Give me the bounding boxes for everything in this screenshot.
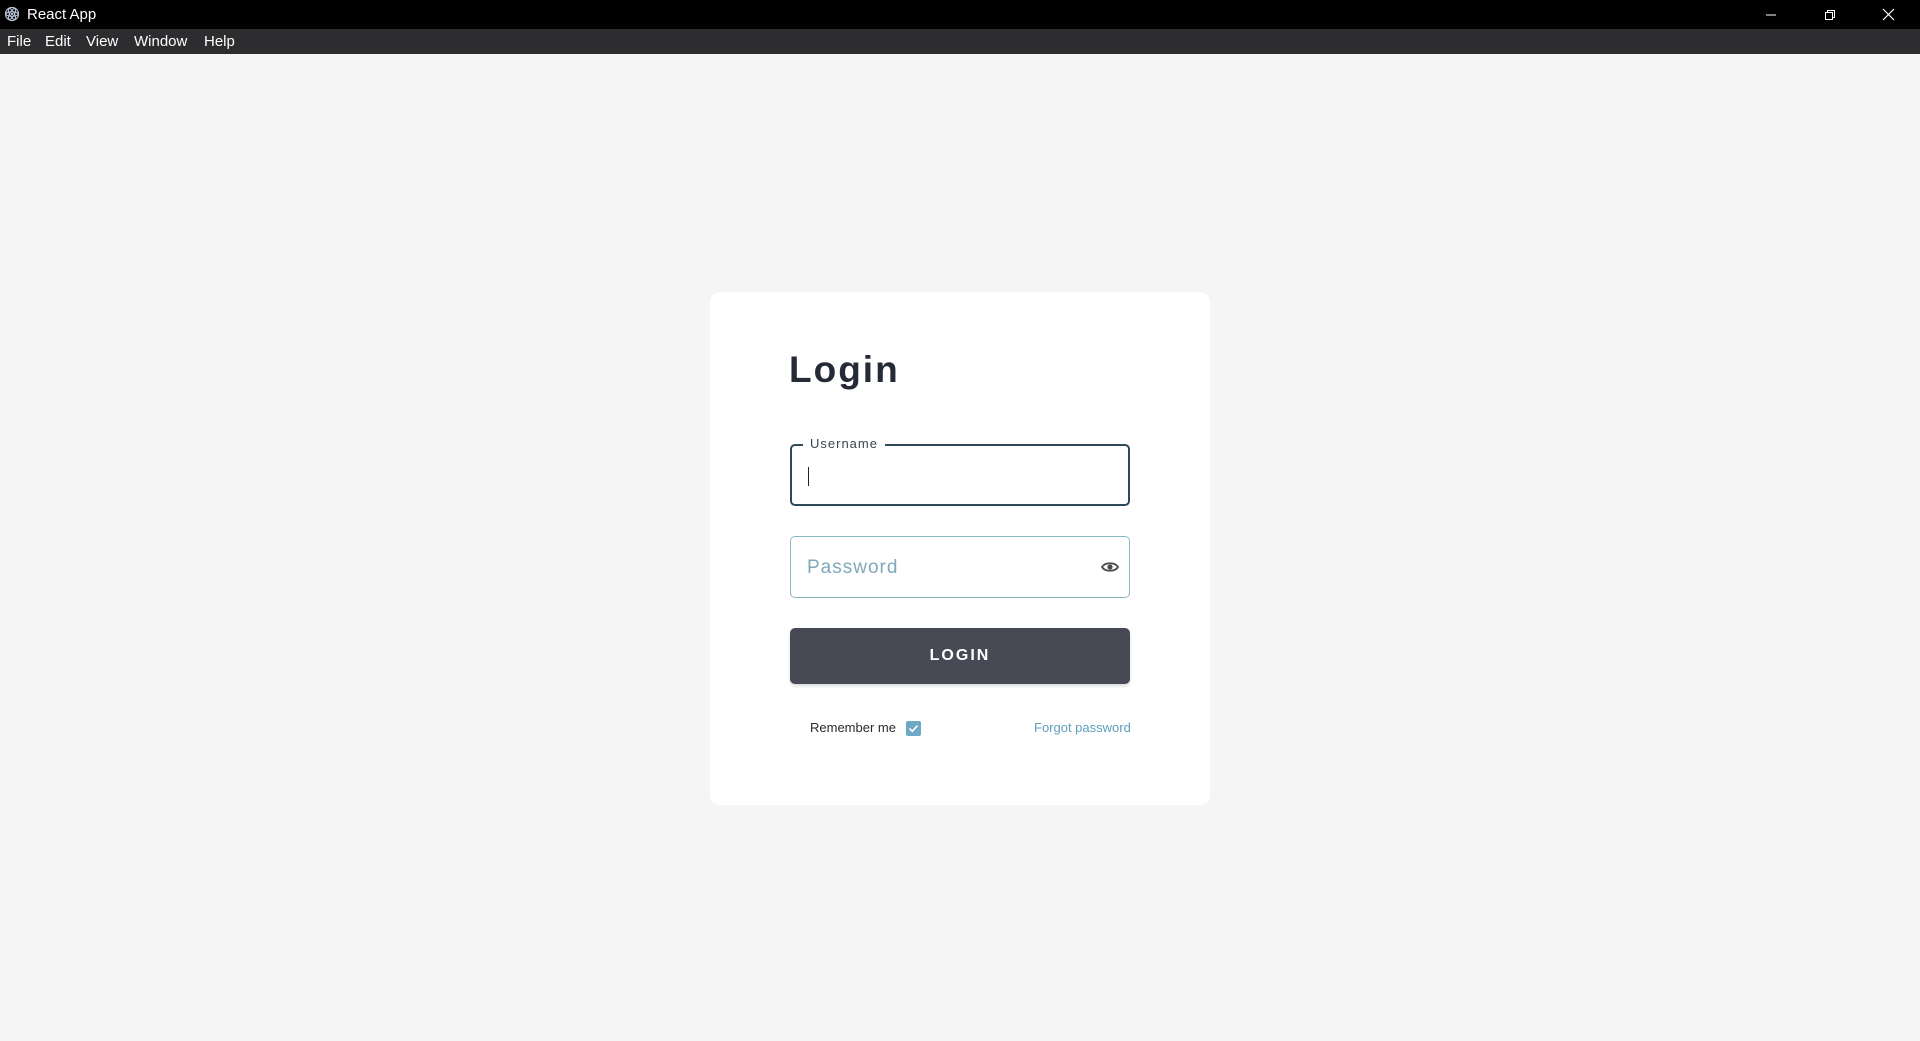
- remember-me-label: Remember me: [810, 720, 896, 735]
- restore-button[interactable]: [1801, 0, 1859, 29]
- window-title: React App: [27, 6, 97, 23]
- password-input[interactable]: [807, 555, 1077, 581]
- restore-icon: [1825, 9, 1835, 20]
- electron-app-icon: [4, 6, 20, 22]
- remember-me-checkbox[interactable]: [906, 721, 921, 736]
- username-input[interactable]: [809, 462, 1109, 488]
- username-field[interactable]: Username: [790, 436, 1130, 506]
- login-heading: Login: [789, 349, 900, 390]
- minimize-icon: [1766, 14, 1776, 15]
- username-label: Username: [803, 436, 885, 452]
- menu-file[interactable]: File: [7, 33, 31, 50]
- password-field[interactable]: [790, 536, 1130, 598]
- menu-bar: File Edit View Window Help: [0, 29, 1920, 54]
- close-icon: [1882, 8, 1894, 21]
- menu-edit[interactable]: Edit: [45, 33, 71, 50]
- title-bar: React App: [0, 0, 1920, 29]
- forgot-password-link[interactable]: Forgot password: [1034, 720, 1131, 736]
- checkmark-icon: [908, 724, 919, 733]
- close-button[interactable]: [1859, 0, 1917, 29]
- eye-icon[interactable]: [1101, 559, 1119, 575]
- text-caret: [808, 467, 809, 486]
- menu-help[interactable]: Help: [204, 33, 235, 50]
- minimize-button[interactable]: [1742, 0, 1800, 29]
- login-button[interactable]: LOGIN: [790, 628, 1130, 684]
- menu-view[interactable]: View: [86, 33, 118, 50]
- menu-window[interactable]: Window: [134, 33, 187, 50]
